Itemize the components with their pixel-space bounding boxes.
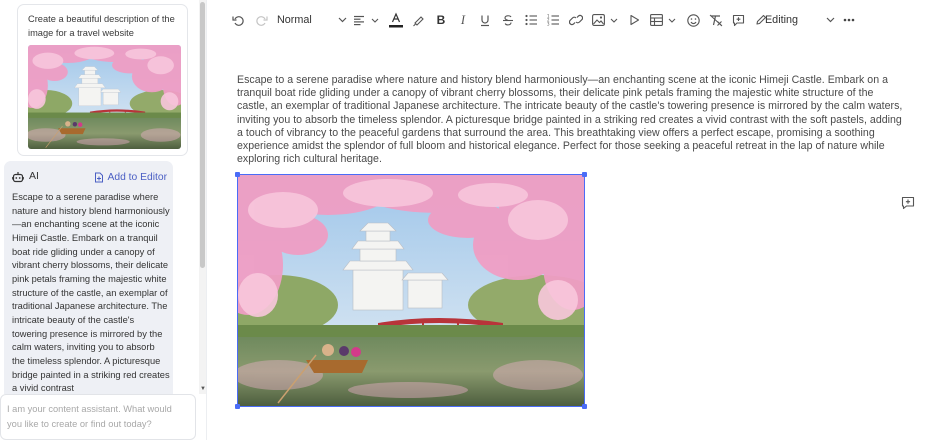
document-image[interactable] (197, 152, 619, 409)
emoji-icon (686, 13, 700, 27)
image-dropdown[interactable] (592, 12, 618, 28)
paragraph-style-dropdown[interactable]: Normal (277, 12, 347, 28)
ai-label: AI (29, 170, 39, 182)
play-icon (629, 14, 639, 26)
chevron-down-icon (826, 17, 835, 23)
chevron-down-icon (668, 18, 676, 23)
comment-icon (732, 14, 744, 26)
document-paragraph[interactable]: Escape to a serene paradise where nature… (237, 74, 907, 166)
ai-response-text: Escape to a serene paradise where nature… (12, 192, 170, 394)
font-color-button[interactable] (387, 12, 405, 28)
underline-icon (481, 15, 489, 26)
comment-add-icon (901, 196, 915, 210)
align-left-icon (354, 15, 364, 25)
floating-add-comment-button[interactable] (901, 196, 915, 210)
emoji-button[interactable] (686, 12, 700, 28)
undo-button[interactable] (231, 12, 245, 28)
editor-toolbar: Normal B I 123 Editing (207, 0, 934, 40)
resize-handle-top-left[interactable] (235, 172, 240, 177)
bold-icon: B (436, 13, 446, 27)
add-to-editor-label: Add to Editor (107, 171, 167, 183)
bold-button[interactable]: B (434, 12, 448, 28)
image-icon (592, 14, 605, 26)
strikethrough-button[interactable] (501, 12, 515, 28)
bulleted-list-icon (524, 14, 537, 26)
add-to-editor-button[interactable]: Add to Editor (94, 169, 167, 185)
assistant-panel: Create a beautiful description of the im… (0, 0, 206, 440)
chevron-down-icon (338, 17, 347, 23)
paragraph-style-value: Normal (277, 14, 312, 26)
user-message-text: Create a beautiful description of the im… (28, 14, 175, 38)
more-button[interactable] (842, 12, 856, 28)
resize-handle-top-right[interactable] (582, 172, 587, 177)
highlight-icon (412, 15, 424, 26)
insert-document-icon (95, 172, 104, 182)
mode-value: Editing (764, 14, 798, 26)
link-icon (569, 14, 583, 26)
italic-button[interactable]: I (456, 12, 470, 28)
table-dropdown[interactable] (650, 12, 676, 28)
svg-text:3: 3 (547, 22, 550, 27)
font-color-icon (389, 12, 403, 28)
chat-input-box[interactable] (0, 394, 196, 440)
editor-canvas[interactable]: Escape to a serene paradise where nature… (197, 40, 934, 440)
underline-button[interactable] (478, 12, 492, 28)
table-icon (650, 14, 663, 26)
bulleted-list-button[interactable] (524, 12, 538, 28)
media-button[interactable] (627, 12, 641, 28)
ai-message: AI Add to Editor Escape to a serene para… (4, 161, 173, 394)
add-comment-button[interactable] (731, 12, 745, 28)
strikethrough-icon (503, 14, 513, 25)
clear-format-button[interactable] (708, 12, 724, 28)
cherry-blossom-castle-image (197, 152, 619, 407)
cherry-blossom-castle-thumbnail (28, 45, 181, 149)
resize-handle-bottom-left[interactable] (235, 404, 240, 409)
user-message: Create a beautiful description of the im… (17, 4, 188, 156)
numbered-list-icon: 123 (547, 14, 559, 27)
link-button[interactable] (568, 12, 584, 28)
chevron-down-icon (610, 18, 618, 23)
ai-message-header: AI Add to Editor (12, 169, 167, 185)
user-attached-image[interactable] (28, 45, 181, 149)
undo-icon (231, 15, 244, 26)
resize-handle-bottom-right[interactable] (582, 404, 587, 409)
more-icon (843, 18, 855, 22)
align-dropdown[interactable] (353, 12, 379, 28)
italic-icon: I (460, 12, 466, 27)
clear-format-icon (709, 14, 723, 26)
robot-icon (12, 172, 24, 183)
highlight-button[interactable] (411, 12, 425, 28)
redo-button[interactable] (254, 12, 268, 28)
chat-history[interactable]: Create a beautiful description of the im… (0, 0, 199, 394)
chevron-down-icon (371, 18, 379, 23)
chat-scrollbar-thumb[interactable] (200, 2, 205, 268)
mode-dropdown[interactable]: Editing (755, 12, 835, 28)
numbered-list-button[interactable]: 123 (546, 12, 560, 28)
redo-icon (255, 15, 268, 26)
chat-input[interactable] (7, 402, 189, 432)
